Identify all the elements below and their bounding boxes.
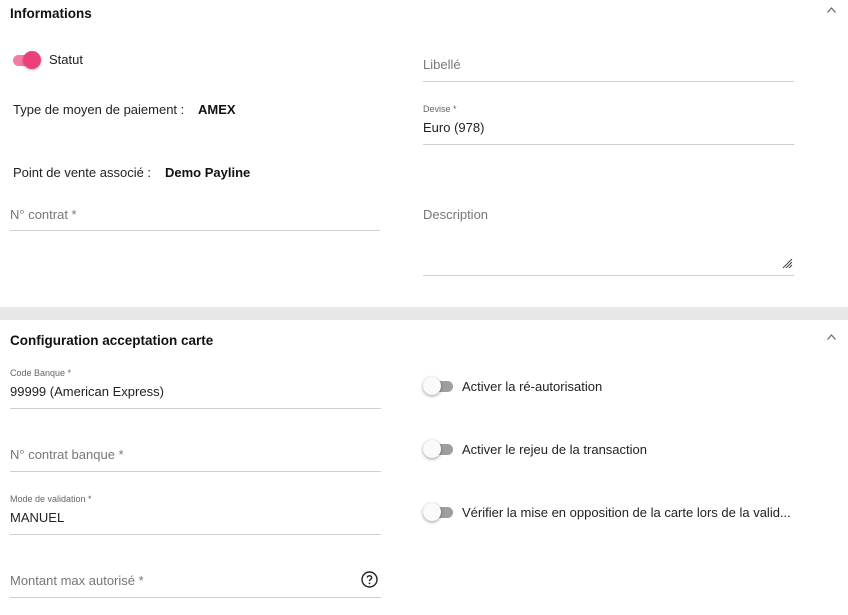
resize-handle-icon[interactable] — [781, 256, 793, 269]
section-separator — [0, 307, 848, 320]
contract-number-placeholder: N° contrat * — [10, 207, 77, 222]
replay-label: Activer le rejeu de la transaction — [462, 442, 647, 457]
code-banque-value: 99999 (American Express) — [10, 384, 164, 399]
opposition-check-label: Vérifier la mise en opposition de la car… — [462, 505, 791, 520]
libelle-placeholder: Libellé — [423, 57, 461, 72]
payment-type-label: Type de moyen de paiement : — [13, 102, 185, 117]
devise-label: Devise * — [423, 104, 457, 114]
code-banque-label: Code Banque * — [10, 368, 72, 378]
chevron-up-icon[interactable] — [827, 7, 836, 16]
statut-label: Statut — [49, 52, 83, 67]
informations-title: Informations — [10, 6, 92, 21]
max-amount-placeholder: Montant max autorisé * — [10, 573, 144, 588]
help-circle-icon[interactable] — [361, 571, 378, 588]
informations-panel: Informations Statut Type de moyen de pai… — [0, 0, 848, 307]
reauthorization-toggle[interactable] — [423, 376, 455, 396]
bank-contract-field[interactable]: N° contrat banque * — [10, 440, 381, 472]
replay-toggle[interactable] — [423, 439, 455, 459]
description-field[interactable]: Description — [423, 200, 794, 276]
pos-label: Point de vente associé : — [13, 165, 152, 180]
contract-number-field[interactable]: N° contrat * — [10, 200, 380, 231]
reauthorization-label: Activer la ré-autorisation — [462, 379, 603, 394]
validation-mode-field[interactable]: Mode de validation * MANUEL — [10, 490, 381, 535]
devise-value: Euro (978) — [423, 120, 485, 135]
validation-mode-label: Mode de validation * — [10, 494, 92, 504]
opposition-check-toggle[interactable] — [423, 502, 455, 522]
chevron-up-icon[interactable] — [827, 334, 836, 343]
statut-toggle[interactable] — [9, 50, 41, 70]
max-amount-field[interactable]: Montant max autorisé * — [10, 566, 381, 598]
code-banque-field[interactable]: Code Banque * 99999 (American Express) — [10, 364, 381, 409]
devise-field[interactable]: Devise * Euro (978) — [423, 100, 794, 145]
payment-type-value: AMEX — [198, 102, 236, 117]
config-title: Configuration acceptation carte — [10, 333, 214, 348]
pos-value: Demo Payline — [165, 165, 251, 180]
description-placeholder: Description — [423, 207, 489, 222]
config-panel: Configuration acceptation carte Code Ban… — [0, 320, 848, 615]
libelle-field[interactable]: Libellé — [423, 50, 794, 82]
validation-mode-value: MANUEL — [10, 510, 65, 525]
bank-contract-placeholder: N° contrat banque * — [10, 447, 124, 462]
